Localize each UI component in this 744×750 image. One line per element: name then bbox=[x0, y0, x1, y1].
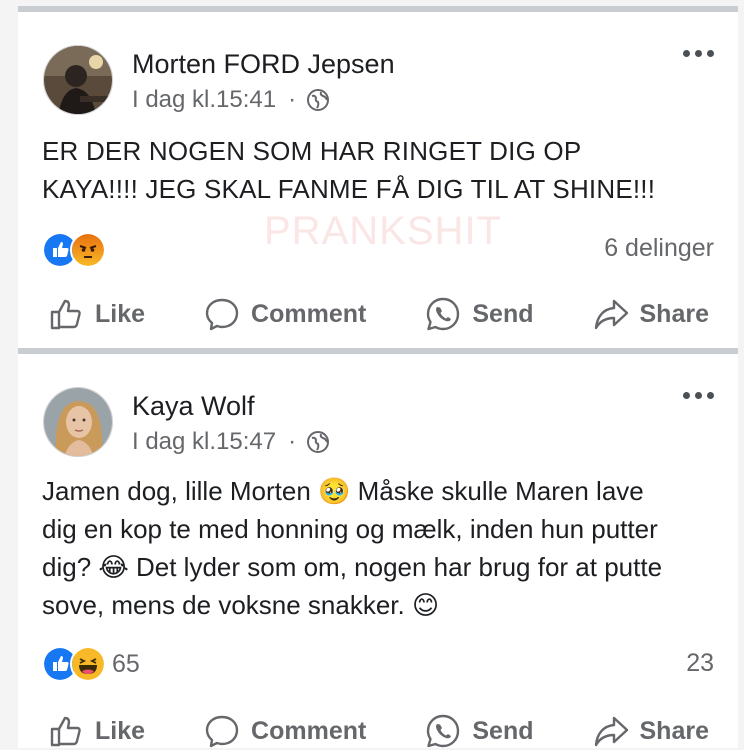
comment-label: Comment bbox=[251, 299, 367, 328]
watermark: PRANKSHIT bbox=[264, 209, 502, 253]
post-kaya: Kaya Wolf I dag kl.15:47 · Jamen dog, li… bbox=[18, 348, 738, 748]
reactions-summary[interactable] bbox=[42, 232, 112, 268]
post-morten: Morten FORD Jepsen I dag kl.15:41 · ER D… bbox=[18, 6, 738, 350]
comment-button[interactable]: Comment bbox=[203, 712, 366, 750]
post-meta: I dag kl.15:41 · bbox=[132, 86, 330, 114]
comment-button[interactable]: Comment bbox=[203, 295, 366, 333]
post-text: ER DER NOGEN SOM HAR RINGET DIG OP KAYA!… bbox=[42, 132, 714, 208]
send-button[interactable]: Send bbox=[424, 712, 533, 750]
separator: · bbox=[288, 428, 297, 455]
like-button[interactable]: Like bbox=[47, 295, 145, 333]
send-label: Send bbox=[472, 716, 534, 745]
like-label: Like bbox=[95, 716, 146, 745]
share-button[interactable]: Share bbox=[592, 712, 709, 750]
globe-icon bbox=[307, 89, 330, 111]
separator: · bbox=[288, 86, 297, 113]
comment-icon bbox=[205, 715, 239, 748]
more-options-button[interactable] bbox=[683, 392, 714, 399]
post-meta: I dag kl.15:47 · bbox=[132, 428, 330, 456]
comment-label: Comment bbox=[251, 716, 367, 745]
post-text-line: dig? 😂 Det lyder som om, nogen har brug … bbox=[42, 552, 663, 582]
share-count[interactable]: 23 bbox=[686, 649, 714, 678]
post-text: Jamen dog, lille Morten 🥹 Måske skulle M… bbox=[42, 472, 714, 624]
more-options-button[interactable] bbox=[683, 50, 714, 57]
post-text-line: Jamen dog, lille Morten 🥹 Måske skulle M… bbox=[42, 476, 644, 506]
reactions-summary[interactable]: 65 bbox=[42, 646, 140, 682]
share-label: Share bbox=[639, 299, 709, 328]
whatsapp-icon bbox=[427, 714, 460, 748]
globe-icon bbox=[307, 431, 330, 453]
thumbs-up-icon bbox=[50, 716, 81, 747]
share-label: Share bbox=[639, 716, 709, 745]
avatar[interactable] bbox=[43, 387, 113, 457]
action-bar: Like Comment Send Share bbox=[18, 295, 738, 333]
haha-reaction-icon bbox=[70, 646, 106, 682]
share-arrow-icon bbox=[594, 716, 628, 747]
avatar[interactable] bbox=[43, 45, 113, 115]
author-name[interactable]: Kaya Wolf bbox=[132, 391, 255, 422]
send-label: Send bbox=[472, 299, 534, 328]
author-name[interactable]: Morten FORD Jepsen bbox=[132, 49, 395, 80]
reaction-count: 65 bbox=[112, 649, 140, 678]
share-button[interactable]: Share bbox=[592, 295, 709, 333]
post-text-line: sove, mens de voksne snakker. 😊 bbox=[42, 590, 440, 620]
send-button[interactable]: Send bbox=[424, 295, 533, 333]
thumbs-up-icon bbox=[50, 299, 81, 330]
like-label: Like bbox=[95, 299, 146, 328]
post-text-line: KAYA!!!! JEG SKAL FANME FÅ DIG TIL AT SH… bbox=[42, 174, 656, 204]
like-button[interactable]: Like bbox=[47, 712, 145, 750]
share-count[interactable]: 6 delinger bbox=[604, 234, 714, 263]
timestamp[interactable]: I dag kl.15:41 bbox=[132, 86, 276, 114]
action-bar: Like Comment Send Share bbox=[18, 712, 738, 750]
share-arrow-icon bbox=[594, 299, 628, 330]
angry-reaction-icon bbox=[70, 232, 106, 268]
whatsapp-icon bbox=[427, 297, 460, 331]
post-text-line: dig en kop te med honning og mælk, inden… bbox=[42, 514, 658, 544]
comment-icon bbox=[205, 298, 239, 331]
post-text-line: ER DER NOGEN SOM HAR RINGET DIG OP bbox=[42, 136, 582, 166]
timestamp[interactable]: I dag kl.15:47 bbox=[132, 428, 276, 456]
